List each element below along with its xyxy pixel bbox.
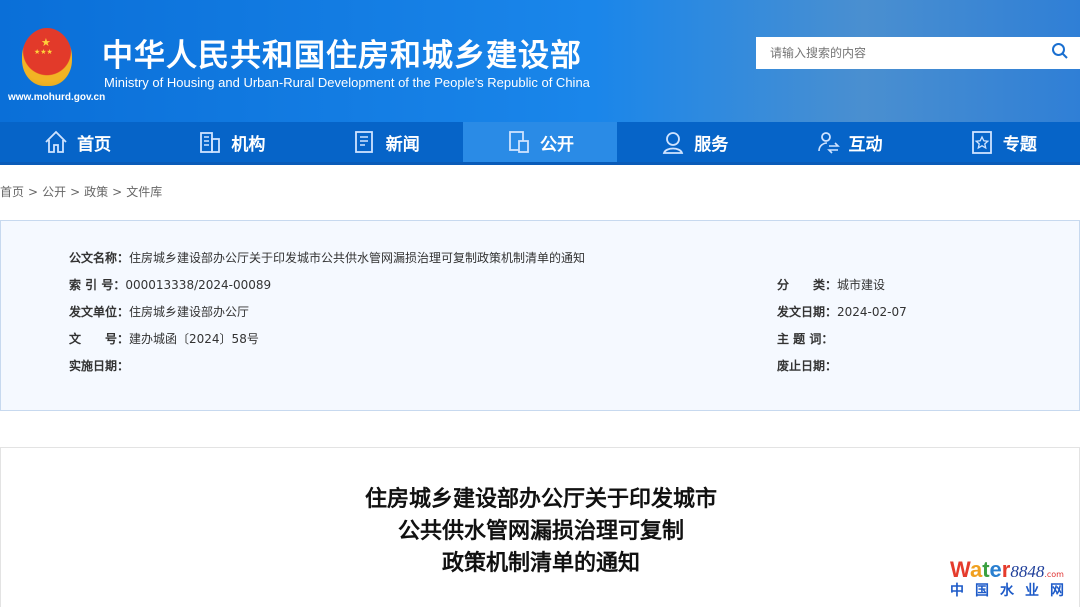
meta-abolish-date: 废止日期： — [777, 357, 837, 374]
nav-item-2[interactable]: 新闻 — [309, 122, 463, 162]
label: 发文单位： — [69, 305, 130, 319]
nav-label: 专题 — [1002, 134, 1037, 155]
value: 000013338/2024-00089 — [125, 278, 272, 292]
service-icon — [663, 132, 684, 154]
star-icon — [971, 131, 992, 154]
article-title-line: 住房城乡建设部办公厅关于印发城市 — [364, 487, 717, 512]
nav-label: 新闻 — [385, 134, 420, 155]
value: 2024-02-07 — [837, 305, 907, 319]
search-icon[interactable] — [1040, 42, 1080, 64]
nav-item-5[interactable]: 互动 — [771, 122, 925, 162]
meta-keywords: 主 题 词： — [777, 330, 833, 347]
label: 废止日期： — [777, 359, 838, 373]
search-box — [756, 37, 1080, 69]
label: 实施日期： — [69, 359, 130, 373]
nav-label: 互动 — [848, 134, 883, 155]
site-title: 中华人民共和国住房和城乡建设部 — [102, 38, 582, 74]
meta-impl-date: 实施日期： — [69, 357, 129, 374]
nav-item-6[interactable]: 专题 — [926, 122, 1080, 162]
search-input[interactable] — [756, 46, 1040, 60]
nav-label: 首页 — [77, 134, 112, 155]
breadcrumb-home[interactable]: 首页 — [0, 185, 24, 199]
label: 索 引 号： — [69, 278, 126, 292]
nav-label: 服务 — [694, 134, 729, 155]
wm-num: 8848 — [1010, 562, 1045, 581]
nav-label: 公开 — [539, 134, 574, 155]
value: 住房城乡建设部办公厅关于印发城市公共供水管网漏损治理可复制政策机制清单的通知 — [129, 251, 586, 265]
nav-item-3[interactable]: 公开 — [462, 122, 618, 162]
meta-issuer: 发文单位：住房城乡建设部办公厅 — [69, 303, 249, 320]
nav-item-4[interactable]: 服务 — [617, 122, 771, 162]
site-url: www.mohurd.gov.cn — [8, 92, 106, 103]
breadcrumb-policy[interactable]: 政策 — [84, 185, 108, 199]
label: 文 号： — [69, 332, 130, 346]
news-icon — [354, 131, 373, 153]
label: 发文日期： — [777, 305, 838, 319]
wm-dom: .com — [1044, 570, 1064, 579]
breadcrumb-sep: > — [70, 185, 81, 199]
wm-word: Water — [950, 557, 1011, 582]
value: 建办城函〔2024〕58号 — [129, 332, 259, 346]
main-nav: 首页 机构 新闻 公开 服务 互动 专题 — [0, 122, 1080, 165]
label: 公文名称： — [69, 251, 130, 265]
meta-docno: 文 号：建办城函〔2024〕58号 — [69, 330, 259, 347]
label: 分 类： — [777, 278, 838, 292]
nav-label: 机构 — [231, 134, 266, 155]
site-subtitle: Ministry of Housing and Urban-Rural Deve… — [104, 75, 590, 90]
article-body: 住房城乡建设部办公厅关于印发城市 公共供水管网漏损治理可复制 政策机制清单的通知 — [0, 447, 1080, 607]
breadcrumb-public[interactable]: 公开 — [42, 185, 66, 199]
wm-cn: 中国水业网 — [950, 583, 1075, 599]
breadcrumb-sep: > — [112, 185, 123, 199]
national-emblem-logo: ★ ★★★ — [22, 28, 72, 86]
watermark-logo: Water8848.com 中国水业网 — [950, 557, 1075, 600]
article-title-line: 政策机制清单的通知 — [441, 551, 640, 576]
meta-category: 分 类：城市建设 — [777, 276, 885, 293]
building-icon — [200, 132, 221, 153]
breadcrumb-library[interactable]: 文件库 — [126, 185, 162, 199]
interact-icon — [817, 132, 840, 154]
meta-date: 发文日期：2024-02-07 — [777, 303, 907, 320]
document-icon — [509, 131, 529, 153]
article-title-line: 公共供水管网漏损治理可复制 — [397, 519, 684, 544]
breadcrumb: 首页 > 公开 > 政策 > 文件库 — [0, 183, 166, 200]
nav-item-0[interactable]: 首页 — [0, 122, 154, 162]
value: 城市建设 — [837, 278, 886, 292]
meta-index: 索 引 号：000013338/2024-00089 — [69, 276, 271, 293]
home-icon — [45, 130, 67, 153]
label: 主 题 词： — [777, 332, 834, 346]
nav-item-1[interactable]: 机构 — [154, 122, 308, 162]
breadcrumb-sep: > — [28, 185, 39, 199]
document-metadata: 公文名称：住房城乡建设部办公厅关于印发城市公共供水管网漏损治理可复制政策机制清单… — [0, 220, 1080, 411]
value: 住房城乡建设部办公厅 — [129, 305, 250, 319]
site-header: ★ ★★★ 中华人民共和国住房和城乡建设部 Ministry of Housing… — [0, 0, 1080, 122]
meta-name: 公文名称：住房城乡建设部办公厅关于印发城市公共供水管网漏损治理可复制政策机制清单… — [69, 249, 585, 266]
